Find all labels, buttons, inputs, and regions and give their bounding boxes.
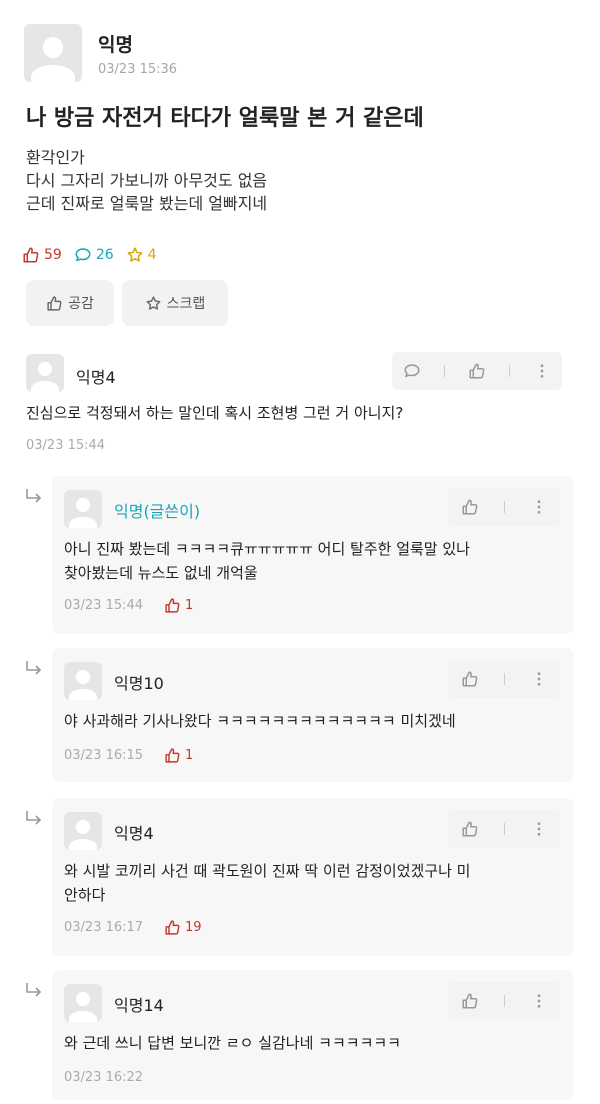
reply-like-value: 1 (185, 598, 194, 613)
star-icon (127, 247, 143, 262)
reply-card: 익명14 와 근데 쓰니 답변 보니깐 ㄹㅇ 실감나네 ㅋㅋㅋㅋㅋㅋ 03/23… (52, 970, 574, 1100)
comment-avatar (26, 354, 64, 392)
divider (503, 823, 505, 835)
reply-like-count: 1 (164, 597, 193, 614)
reply-author: 익명4 (114, 824, 154, 843)
reply-avatar (64, 662, 102, 700)
thumbs-up-icon (23, 247, 39, 263)
thumbs-up-icon[interactable] (468, 362, 486, 380)
reply-card: 익명4 와 시발 코끼리 사건 때 곽도원이 진짜 딱 이런 감정이었겠구나 미… (52, 798, 574, 956)
reply-text-line: 아니 진짜 봤는데 ㅋㅋㅋㅋ큐ㅠㅠㅠㅠㅠ 어디 탈주한 얼룩말 있나 (64, 540, 470, 558)
more-vertical-icon[interactable] (530, 820, 548, 838)
divider (444, 365, 446, 377)
scrap-count-value: 4 (147, 247, 157, 263)
comment-author: 익명4 (76, 368, 116, 387)
reply-like-value: 19 (185, 920, 202, 935)
reply-actions (448, 982, 560, 1020)
reply-actions (448, 810, 560, 848)
divider (503, 673, 505, 685)
comment-text: 진심으로 걱정돼서 하는 말인데 혹시 조현병 그런 거 아니지? (26, 404, 404, 422)
reply-text-line: 안하다 (64, 886, 106, 904)
scrap-count: 4 (126, 246, 157, 264)
reply-like-value: 1 (185, 748, 194, 763)
reply-avatar (64, 812, 102, 850)
reply-date: 03/23 16:17 (64, 920, 144, 935)
reply-actions (448, 488, 560, 526)
reply-date: 03/23 16:15 (64, 748, 144, 763)
thumbs-up-icon[interactable] (461, 498, 479, 516)
star-icon (146, 295, 161, 310)
reply-text-line: 찾아봤는데 뉴스도 없네 개억울 (64, 564, 258, 582)
like-count-value: 59 (44, 247, 62, 263)
reply-text-line: 와 근데 쓰니 답변 보니깐 ㄹㅇ 실감나네 ㅋㅋㅋㅋㅋㅋ (64, 1034, 401, 1052)
post-body-line: 환각인가 (26, 148, 85, 167)
comment-actions (392, 352, 562, 390)
reply-avatar (64, 984, 102, 1022)
reply-card: 익명10 야 사과해라 기사나왔다 ㅋㅋㅋㅋㅋㅋㅋㅋㅋㅋㅋㅋㅋ 미치겠네 03/… (52, 648, 574, 782)
reply-avatar (64, 490, 102, 528)
more-vertical-icon[interactable] (530, 992, 548, 1010)
reply-actions (448, 660, 560, 698)
post-title: 나 방금 자전거 타다가 얼룩말 본 거 같은데 (26, 106, 424, 131)
divider (503, 995, 505, 1007)
reply-date: 03/23 15:44 (64, 598, 144, 613)
more-vertical-icon[interactable] (530, 670, 548, 688)
reply-arrow-icon (26, 983, 42, 997)
thumbs-up-icon[interactable] (461, 670, 479, 688)
more-vertical-icon[interactable] (533, 362, 551, 380)
reply-arrow-icon (26, 489, 42, 503)
thumbs-up-icon (47, 295, 62, 311)
speech-bubble-icon (75, 248, 91, 262)
reply-author: 익명(글쓴이) (114, 502, 201, 521)
reply-like-count: 1 (164, 747, 193, 764)
divider (503, 501, 505, 513)
comment-count-value: 26 (95, 247, 114, 263)
reply-arrow-icon (26, 811, 42, 825)
thumbs-up-icon (165, 748, 180, 763)
post-body: 환각인가 다시 그자리 가보니까 아무것도 없음 근데 진짜로 얼룩말 봤는데 … (26, 146, 267, 215)
divider (508, 365, 510, 377)
more-vertical-icon[interactable] (530, 498, 548, 516)
reply-author: 익명14 (114, 996, 164, 1015)
thumbs-up-icon (165, 920, 180, 935)
reply-date: 03/23 16:22 (64, 1070, 144, 1085)
comment-count: 26 (74, 246, 114, 264)
post-body-line: 다시 그자리 가보니까 아무것도 없음 (26, 171, 268, 190)
reply-text-line: 와 시발 코끼리 사건 때 곽도원이 진짜 딱 이런 감정이었겠구나 미 (64, 862, 471, 880)
post-author-name: 익명 (98, 34, 133, 56)
post-stats: 59 26 4 (22, 244, 169, 266)
thumbs-up-icon[interactable] (461, 820, 479, 838)
reply-text-line: 야 사과해라 기사나왔다 ㅋㅋㅋㅋㅋㅋㅋㅋㅋㅋㅋㅋㅋ 미치겠네 (64, 712, 456, 730)
comment-date: 03/23 15:44 (26, 438, 106, 453)
reply-author: 익명10 (114, 674, 164, 693)
empathy-button[interactable]: 공감 (26, 280, 114, 326)
reply-arrow-icon (26, 661, 42, 675)
thumbs-up-icon[interactable] (461, 992, 479, 1010)
like-count: 59 (22, 246, 62, 264)
empathy-button-label: 공감 (68, 296, 94, 312)
speech-bubble-icon[interactable] (403, 362, 421, 380)
reply-like-count: 19 (164, 919, 202, 936)
scrap-button-label: 스크랩 (166, 296, 206, 312)
reply-card: 익명(글쓴이) 아니 진짜 봤는데 ㅋㅋㅋㅋ큐ㅠㅠㅠㅠㅠ 어디 탈주한 얼룩말 … (52, 476, 574, 634)
thumbs-up-icon (165, 598, 180, 613)
post-author-avatar (24, 24, 82, 82)
post-body-line: 근데 진짜로 얼룩말 봤는데 얼빠지네 (26, 194, 268, 213)
scrap-button[interactable]: 스크랩 (122, 280, 228, 326)
post-date: 03/23 15:36 (98, 62, 178, 77)
